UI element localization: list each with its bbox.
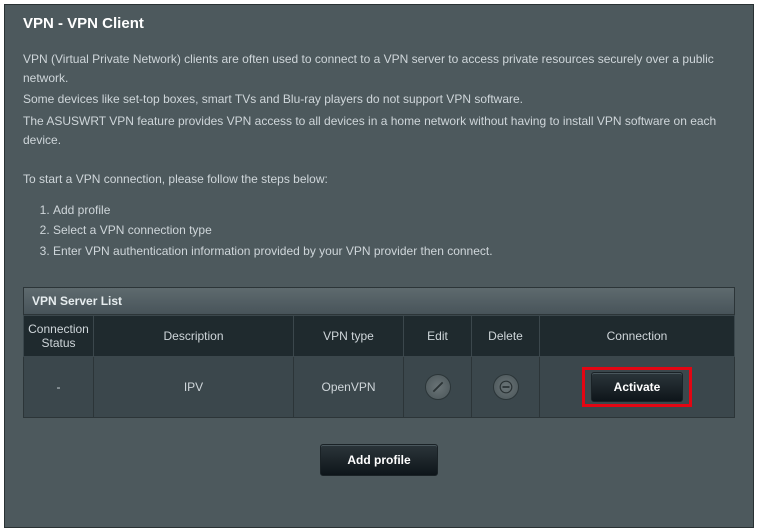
- server-table: Connection Status Description VPN type E…: [23, 315, 735, 418]
- edit-button[interactable]: [425, 374, 451, 400]
- col-header-status: Connection Status: [24, 316, 94, 357]
- cell-connection: Activate: [540, 357, 735, 418]
- cell-description: IPV: [94, 357, 294, 418]
- step-item: Select a VPN connection type: [53, 220, 735, 240]
- col-header-connection: Connection: [540, 316, 735, 357]
- delete-button[interactable]: [493, 374, 519, 400]
- desc-line-1: VPN (Virtual Private Network) clients ar…: [23, 50, 735, 88]
- steps-list: Add profile Select a VPN connection type…: [53, 200, 735, 261]
- desc-line-2: Some devices like set-top boxes, smart T…: [23, 90, 735, 109]
- cell-type: OpenVPN: [294, 357, 404, 418]
- step-item: Add profile: [53, 200, 735, 220]
- col-header-description: Description: [94, 316, 294, 357]
- step-item: Enter VPN authentication information pro…: [53, 241, 735, 261]
- description-block: VPN (Virtual Private Network) clients ar…: [23, 50, 735, 150]
- add-profile-button[interactable]: Add profile: [320, 444, 437, 476]
- add-profile-row: Add profile: [23, 444, 735, 476]
- col-header-type: VPN type: [294, 316, 404, 357]
- desc-line-3: The ASUSWRT VPN feature provides VPN acc…: [23, 112, 735, 150]
- page-title: VPN - VPN Client: [23, 15, 735, 32]
- cell-status: -: [24, 357, 94, 418]
- steps-intro: To start a VPN connection, please follow…: [23, 172, 735, 186]
- minus-icon: [499, 380, 513, 394]
- col-header-delete: Delete: [472, 316, 540, 357]
- server-list-title: VPN Server List: [23, 287, 735, 315]
- activate-button[interactable]: Activate: [591, 372, 684, 402]
- vpn-client-panel: VPN - VPN Client VPN (Virtual Private Ne…: [4, 4, 754, 528]
- vpn-server-list: VPN Server List Connection Status Descri…: [23, 287, 735, 418]
- highlight-box: Activate: [582, 367, 693, 407]
- pencil-icon: [431, 380, 445, 394]
- cell-delete: [472, 357, 540, 418]
- cell-edit: [404, 357, 472, 418]
- col-header-edit: Edit: [404, 316, 472, 357]
- table-row: - IPV OpenVPN: [24, 357, 735, 418]
